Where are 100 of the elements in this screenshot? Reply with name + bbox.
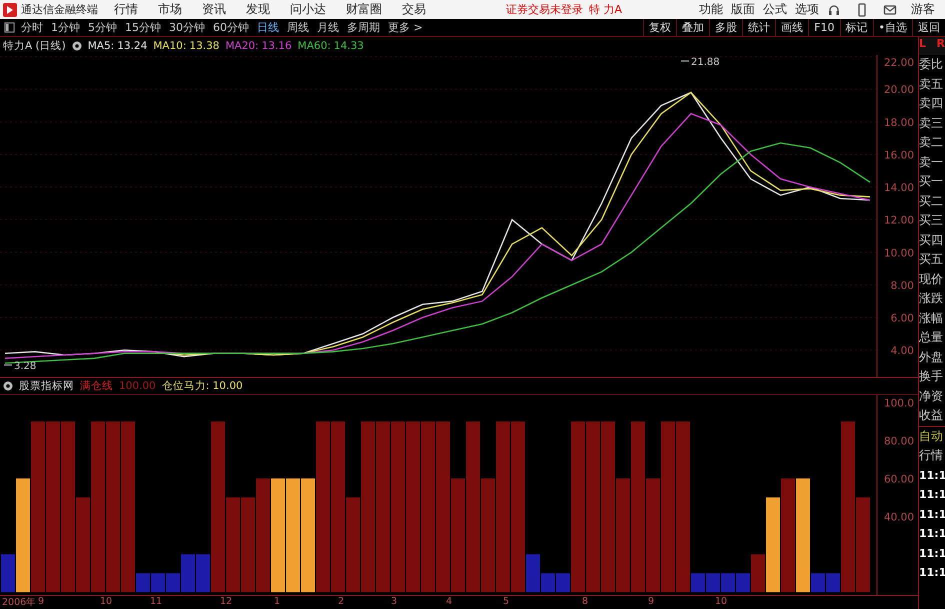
date-axis-label: 11 xyxy=(150,596,162,607)
axis-tick-label: 12.00 xyxy=(884,214,914,227)
quote-field-label: 卖三 xyxy=(919,114,944,132)
price-annotation: 21.88 xyxy=(691,57,720,68)
axis-tick-label: 14.00 xyxy=(884,182,914,194)
menu-item[interactable]: 功能 xyxy=(699,1,723,18)
mail-icon[interactable] xyxy=(883,2,897,16)
quote-field-label: 卖二 xyxy=(919,134,944,151)
quote-field-label: 卖四 xyxy=(919,95,944,112)
date-axis-label: 5 xyxy=(503,596,510,607)
indicator-bar xyxy=(706,573,720,592)
indicator-bar xyxy=(151,573,165,592)
ma-reading: 14.33 xyxy=(334,40,364,52)
date-axis-label: 2006年 xyxy=(2,596,36,609)
user-label[interactable]: 游客 xyxy=(911,1,935,18)
corner-label: L xyxy=(919,37,926,52)
menu-item[interactable]: 选项 xyxy=(795,1,819,18)
settings-icon[interactable] xyxy=(3,381,13,391)
line-label: 满仓线 xyxy=(80,379,113,393)
quote-field-label: 收益 xyxy=(919,407,944,424)
price-annotation: 3.28 xyxy=(14,361,36,372)
menu-item[interactable]: 交易 xyxy=(402,1,426,18)
ma-reading: 13.24 xyxy=(117,40,148,52)
quote-field-label: 卖五 xyxy=(919,76,944,92)
panel-toggle-icon[interactable] xyxy=(4,22,15,33)
axis-tick-label: 6.00 xyxy=(890,312,914,324)
menu-item[interactable]: 问小达 xyxy=(290,1,326,18)
date-axis-label: 4 xyxy=(446,596,452,607)
quote-field-label: 净资 xyxy=(919,388,944,404)
axis-tick-label: 80.00 xyxy=(884,436,914,448)
quote-field-label: 买四 xyxy=(919,232,944,248)
quote-field-label: 买五 xyxy=(919,251,944,268)
stock-period-label: 特力A (日线) xyxy=(3,39,66,53)
axis-tick-label: 16.00 xyxy=(884,149,914,162)
quote-field-label: 涨跌 xyxy=(919,290,944,307)
date-axis-label: 10 xyxy=(100,596,112,607)
date-axis-label: 8 xyxy=(582,596,588,607)
date-axis-label: 2 xyxy=(338,596,344,607)
app-title: 通达信金融终端 xyxy=(21,2,98,17)
quote-field-label: 换手 xyxy=(919,368,944,385)
line-value: 100.00 xyxy=(119,380,156,392)
ma-legend-name: MA20: xyxy=(225,40,259,52)
settings-icon[interactable] xyxy=(72,41,82,51)
app-logo-icon xyxy=(3,2,17,16)
headset-icon[interactable] xyxy=(827,2,841,16)
axis-tick-label: 8.00 xyxy=(890,280,914,292)
quote-field-label: 自动 xyxy=(919,426,945,446)
ma-reading: 13.16 xyxy=(262,40,292,52)
login-status[interactable]: 证券交易未登录 xyxy=(506,2,583,17)
menu-item[interactable]: 版面 xyxy=(731,1,755,18)
menu-item[interactable]: 行情 xyxy=(114,1,138,18)
quote-field-label: 外盘 xyxy=(919,348,944,366)
date-axis-label: 9 xyxy=(648,596,654,607)
axis-tick-label: 40.00 xyxy=(884,511,914,524)
date-axis-label: 9 xyxy=(38,596,44,607)
quote-field-label: 卖一 xyxy=(919,154,944,170)
quote-field-label: 现价 xyxy=(919,270,944,288)
leader-line xyxy=(4,364,12,366)
period-tab[interactable]: 30分钟 xyxy=(169,20,205,35)
period-tab[interactable]: 15分钟 xyxy=(125,20,161,35)
quote-field-label: 行情 xyxy=(919,447,944,464)
stock-name: 特 力A xyxy=(589,2,622,17)
axis-tick-label: 20.00 xyxy=(884,84,914,96)
axis-tick-label: 22.00 xyxy=(884,57,914,69)
quote-field-label: 买一 xyxy=(919,173,944,190)
period-tab[interactable]: 分时 xyxy=(21,20,43,35)
corner-label: R xyxy=(936,37,945,52)
period-tab[interactable]: 日线 xyxy=(257,20,279,35)
date-axis-label: 1 xyxy=(274,596,280,607)
menu-item[interactable]: 财富圈 xyxy=(346,1,382,18)
period-tab[interactable]: 5分钟 xyxy=(88,20,117,35)
quote-field-label: 买二 xyxy=(919,192,944,210)
period-tab[interactable]: 月线 xyxy=(317,20,339,35)
period-tab[interactable]: 多周期 xyxy=(347,20,380,35)
period-tab[interactable]: 60分钟 xyxy=(213,20,249,35)
ma-legend-name: MA10: xyxy=(153,40,186,52)
period-tab[interactable]: 1分钟 xyxy=(51,20,80,35)
period-tab[interactable]: 周线 xyxy=(287,20,309,35)
date-axis-label: 3 xyxy=(391,596,398,607)
quote-field-label: 总量 xyxy=(919,329,944,346)
axis-tick-label: 100.0 xyxy=(884,398,914,410)
axis-tick-label: 10.00 xyxy=(884,247,914,260)
menu-item[interactable]: 资讯 xyxy=(202,1,226,18)
ma-legend-name: MA60: xyxy=(298,40,331,52)
more-tab[interactable]: 更多 > xyxy=(388,20,423,35)
menu-item[interactable]: 公式 xyxy=(763,1,787,18)
date-axis-label: 10 xyxy=(715,596,728,607)
axis-tick-label: 4.00 xyxy=(890,345,914,358)
menu-item[interactable]: 市场 xyxy=(158,1,182,18)
leader-line xyxy=(680,60,690,62)
ma-reading: 13.38 xyxy=(189,40,220,52)
axis-tick-label: 60.00 xyxy=(884,473,914,486)
indicator-reading: 仓位马力: 10.00 xyxy=(162,379,243,393)
indicator-bar xyxy=(721,573,735,592)
date-axis-label: 12 xyxy=(220,596,232,607)
quote-field-label: 买三 xyxy=(919,212,944,229)
axis-tick-label: 18.00 xyxy=(884,116,914,129)
menu-item[interactable]: 发现 xyxy=(246,1,270,18)
quote-field-label: 涨幅 xyxy=(919,310,944,326)
ma-legend-name: MA5: xyxy=(88,40,114,52)
